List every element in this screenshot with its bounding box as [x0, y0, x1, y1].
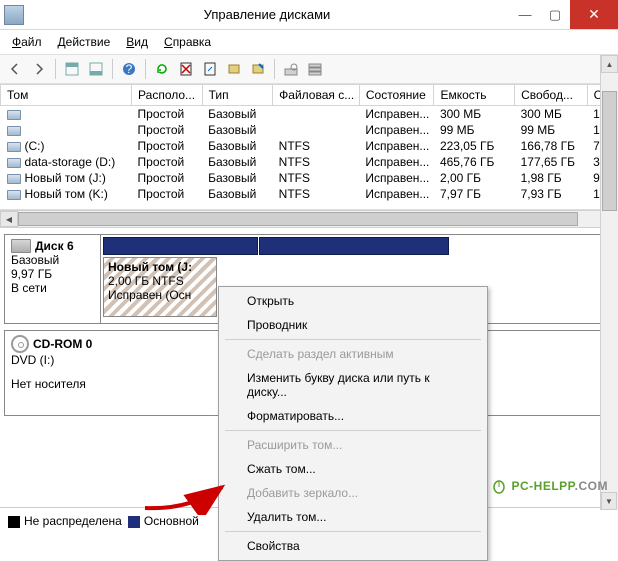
settings-button[interactable]	[199, 58, 221, 80]
cd-icon	[11, 335, 29, 353]
cdrom-label: CD-ROM 0	[33, 337, 92, 351]
app-icon	[4, 5, 24, 25]
col-volume[interactable]: Том	[1, 85, 132, 106]
col-type[interactable]: Тип	[202, 85, 273, 106]
volume-j-name: Новый том (J:	[108, 260, 212, 274]
volume-icon	[7, 158, 21, 168]
rescan-button[interactable]	[223, 58, 245, 80]
menu-help[interactable]: Справка	[158, 33, 217, 51]
volume-list: Том Располо... Тип Файловая с... Состоян…	[0, 84, 618, 210]
menu-view[interactable]: Вид	[120, 33, 154, 51]
scroll-thumb[interactable]	[18, 212, 578, 226]
context-menu: Открыть Проводник Сделать раздел активны…	[218, 286, 488, 561]
disk-6-type: Базовый	[11, 253, 94, 267]
volume-icon	[7, 110, 21, 120]
forward-button[interactable]	[28, 58, 50, 80]
menu-open[interactable]: Открыть	[221, 289, 485, 313]
volume-j-box[interactable]: Новый том (J: 2,00 ГБ NTFS Исправен (Осн	[103, 257, 217, 317]
table-row[interactable]: data-storage (D:)ПростойБазовыйNTFSИспра…	[1, 154, 618, 170]
menu-explorer[interactable]: Проводник	[221, 313, 485, 337]
legend-unallocated-swatch	[8, 516, 20, 528]
col-layout[interactable]: Располо...	[132, 85, 203, 106]
volume-icon	[7, 190, 21, 200]
menu-properties[interactable]: Свойства	[221, 534, 485, 558]
watermark: PC-HELPP.COM	[491, 477, 608, 494]
view-bottom-button[interactable]	[85, 58, 107, 80]
menu-action[interactable]: Действие	[52, 33, 117, 51]
disk-icon	[11, 239, 31, 253]
col-fs[interactable]: Файловая с...	[273, 85, 360, 106]
col-status[interactable]: Состояние	[359, 85, 434, 106]
disk-6-size: 9,97 ГБ	[11, 267, 94, 281]
menu-bar: Файл Действие Вид Справка	[0, 30, 618, 55]
annotation-arrow-icon	[140, 475, 230, 515]
wizard-button[interactable]	[247, 58, 269, 80]
table-row[interactable]: Новый том (K:)ПростойБазовыйNTFSИсправен…	[1, 186, 618, 202]
scroll-left-button[interactable]: ◀	[0, 211, 18, 227]
properties-button[interactable]	[280, 58, 302, 80]
table-row[interactable]: Новый том (J:)ПростойБазовыйNTFSИсправен…	[1, 170, 618, 186]
menu-change-letter[interactable]: Изменить букву диска или путь к диску...	[221, 366, 485, 404]
volume-bar-k[interactable]	[259, 237, 449, 255]
refresh-button[interactable]	[151, 58, 173, 80]
close-button[interactable]: ✕	[570, 0, 618, 29]
window-title: Управление дисками	[24, 7, 510, 22]
horizontal-scrollbar[interactable]: ◀ ▶	[0, 210, 618, 228]
disk-6-label: Диск 6	[35, 239, 74, 253]
col-capacity[interactable]: Емкость	[434, 85, 515, 106]
vertical-scrollbar[interactable]: ▲ ▼	[600, 55, 618, 510]
volume-icon	[7, 142, 21, 152]
vscroll-thumb[interactable]	[602, 91, 617, 211]
cdrom-drive: DVD (I:)	[11, 353, 95, 367]
volume-j-size: 2,00 ГБ NTFS	[108, 274, 212, 288]
cdrom-status: Нет носителя	[11, 377, 95, 391]
table-row[interactable]: ПростойБазовыйИсправен...300 МБ300 МБ100	[1, 106, 618, 123]
disk-list-button[interactable]	[304, 58, 326, 80]
table-row[interactable]: ПростойБазовыйИсправен...99 МБ99 МБ100	[1, 122, 618, 138]
cdrom-info: CD-ROM 0 DVD (I:) Нет носителя	[5, 331, 101, 415]
mouse-icon	[491, 478, 507, 494]
volume-icon	[7, 174, 21, 184]
minimize-button[interactable]: —	[510, 0, 540, 29]
table-row[interactable]: (C:)ПростойБазовыйNTFSИсправен...223,05 …	[1, 138, 618, 154]
col-free[interactable]: Свобод...	[515, 85, 588, 106]
column-header-row: Том Располо... Тип Файловая с... Состоян…	[1, 85, 618, 106]
menu-file[interactable]: Файл	[6, 33, 48, 51]
legend-primary-swatch	[128, 516, 140, 528]
menu-add-mirror: Добавить зеркало...	[221, 481, 485, 505]
back-button[interactable]	[4, 58, 26, 80]
legend-primary-label: Основной	[144, 514, 199, 528]
volume-bar-j[interactable]	[103, 237, 258, 255]
delete-button[interactable]	[175, 58, 197, 80]
menu-format[interactable]: Форматировать...	[221, 404, 485, 428]
toolbar: ?	[0, 55, 618, 84]
svg-text:?: ?	[126, 62, 133, 76]
scroll-up-button[interactable]: ▲	[601, 55, 618, 73]
maximize-button[interactable]: ▢	[540, 0, 570, 29]
volume-icon	[7, 126, 21, 136]
menu-shrink[interactable]: Сжать том...	[221, 457, 485, 481]
scroll-down-button[interactable]: ▼	[601, 492, 617, 510]
help-button[interactable]: ?	[118, 58, 140, 80]
view-top-button[interactable]	[61, 58, 83, 80]
volume-j-status: Исправен (Осн	[108, 288, 212, 302]
menu-extend: Расширить том...	[221, 433, 485, 457]
legend-unallocated-label: Не распределена	[24, 514, 122, 528]
title-bar: Управление дисками — ▢ ✕	[0, 0, 618, 30]
disk-6-info: Диск 6 Базовый 9,97 ГБ В сети	[5, 235, 101, 323]
menu-make-active: Сделать раздел активным	[221, 342, 485, 366]
disk-6-status: В сети	[11, 281, 94, 295]
menu-delete-volume[interactable]: Удалить том...	[221, 505, 485, 529]
